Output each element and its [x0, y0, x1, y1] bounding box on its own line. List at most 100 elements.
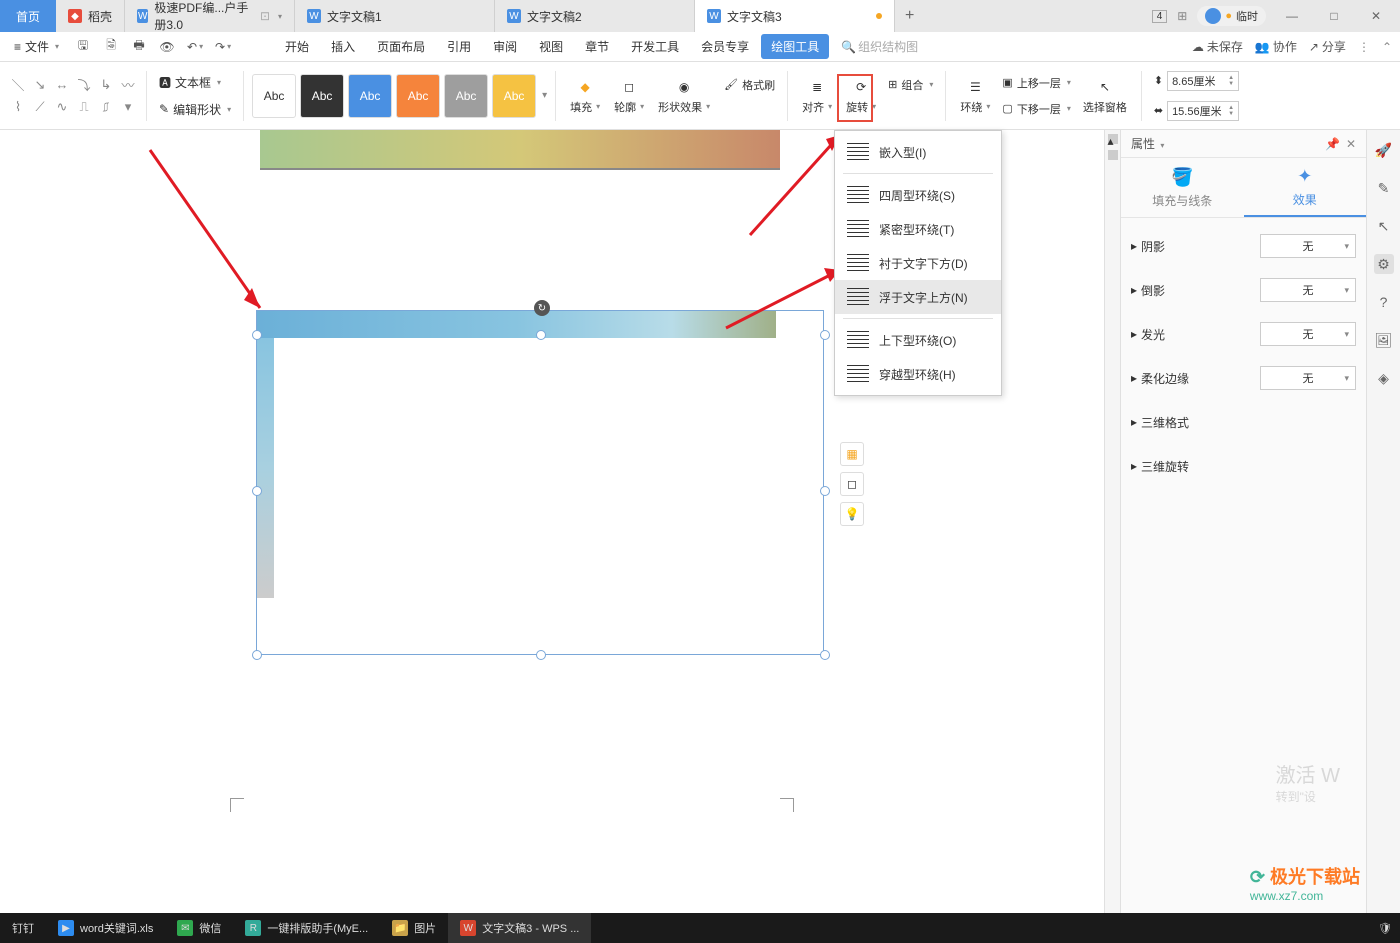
fill-button[interactable]: ◆填充▾ [564, 75, 606, 117]
handle-bl[interactable] [252, 650, 262, 660]
double-arrow-icon[interactable]: ↔ [52, 76, 72, 94]
elbow-icon[interactable]: ↳ [96, 76, 116, 94]
connector-icon[interactable]: ⤵ [74, 76, 94, 94]
style-3[interactable]: Abc [348, 74, 392, 118]
minimize-button[interactable]: — [1276, 9, 1308, 23]
tab-view[interactable]: 视图 [529, 34, 573, 59]
handle-tl[interactable] [252, 330, 262, 340]
tab-doc3[interactable]: W 文字文稿3 [695, 0, 895, 32]
wrap-inline[interactable]: 嵌入型(I) [835, 135, 1001, 169]
undo-icon[interactable]: ↶▾ [185, 37, 205, 57]
ruler-top-icon[interactable]: ▴ [1108, 134, 1118, 144]
softedge-combo[interactable]: 无 [1260, 366, 1356, 390]
selection-outline[interactable] [256, 310, 824, 655]
help-icon[interactable]: ? [1374, 292, 1394, 312]
close-button[interactable]: ✕ [1360, 9, 1392, 23]
side-tab-effect[interactable]: ✦效果 [1244, 158, 1367, 217]
handle-tm[interactable] [536, 330, 546, 340]
handle-bm[interactable] [536, 650, 546, 660]
side-tab-fill[interactable]: 🪣填充与线条 [1121, 158, 1244, 217]
format-painter-button[interactable]: 🖌格式刷 [720, 75, 779, 95]
apps-icon[interactable]: ⊞ [1177, 9, 1187, 23]
align-button[interactable]: ≣对齐▾ [796, 75, 838, 117]
tab-page-layout[interactable]: 页面布局 [367, 34, 435, 59]
select-icon[interactable]: ↖ [1374, 216, 1394, 236]
save-icon[interactable]: 🖫 [73, 37, 93, 57]
text-box-button[interactable]: 🅰文本框▾ [155, 72, 235, 93]
height-input[interactable]: 8.65厘米▲▼ [1167, 71, 1239, 91]
outline-button[interactable]: ◻轮廓▾ [608, 75, 650, 117]
tab-home[interactable]: 首页 [0, 0, 56, 32]
settings-icon[interactable]: ⚙ [1374, 254, 1394, 274]
tab-review[interactable]: 审阅 [483, 34, 527, 59]
rocket-icon[interactable]: 🚀 [1374, 140, 1394, 160]
tray-shield-icon[interactable]: 🛡 [1378, 922, 1400, 935]
line-icon[interactable]: ＼ [8, 76, 28, 94]
pen-icon[interactable]: ✎ [1374, 178, 1394, 198]
effect-soft-edge[interactable]: ▸ 柔化边缘 [1131, 370, 1252, 387]
handle-tr[interactable] [820, 330, 830, 340]
effect-reflection[interactable]: ▸ 倒影 [1131, 282, 1252, 299]
task-pictures[interactable]: 📁图片 [380, 913, 448, 943]
collapse-ribbon-icon[interactable]: ⌃ [1382, 40, 1392, 54]
freeform-icon[interactable]: ⟋ [30, 98, 50, 116]
crop-button[interactable]: ◻ [840, 472, 864, 496]
file-menu[interactable]: ≡ 文件▾ [8, 36, 65, 57]
rotate-button[interactable]: ⟳旋转▾ [840, 75, 882, 117]
task-dingtalk[interactable]: 钉钉 [0, 913, 46, 943]
bring-forward-button[interactable]: ▣上移一层▾ [998, 73, 1074, 93]
polyline2-icon[interactable]: ⎎ [96, 98, 116, 116]
group-button[interactable]: ⊞组合▾ [884, 75, 937, 95]
style-1[interactable]: Abc [252, 74, 296, 118]
polyline-icon[interactable]: ⎍ [74, 98, 94, 116]
effect-3d-rotate[interactable]: ▸ 三维旋转 [1131, 458, 1356, 475]
account-pill[interactable]: ● 临时 [1197, 6, 1266, 26]
idea-button[interactable]: 💡 [840, 502, 864, 526]
handle-br[interactable] [820, 650, 830, 660]
tab-developer[interactable]: 开发工具 [621, 34, 689, 59]
collab-button[interactable]: 👥协作 [1255, 38, 1297, 55]
reflection-combo[interactable]: 无 [1260, 278, 1356, 302]
style-6[interactable]: Abc [492, 74, 536, 118]
maximize-button[interactable]: □ [1318, 9, 1350, 23]
selection-pane-button[interactable]: ↖选择窗格 [1077, 75, 1133, 117]
tab-pdf-manual[interactable]: W 极速PDF编...户手册3.0 ⊡ ▾ [125, 0, 295, 32]
styles-more-icon[interactable]: ▾ [542, 90, 547, 101]
effect-shadow[interactable]: ▸ 阴影 [1131, 238, 1252, 255]
wrap-button[interactable]: ☰环绕▾ [954, 75, 996, 117]
layout-options-button[interactable]: ▦ [840, 442, 864, 466]
badge-icon[interactable]: 4 [1152, 10, 1168, 23]
edit-shape-button[interactable]: ✎编辑形状▾ [155, 99, 235, 120]
tab-members[interactable]: 会员专享 [691, 34, 759, 59]
send-backward-button[interactable]: ▢下移一层▾ [998, 99, 1074, 119]
preview-icon[interactable]: 👁 [157, 37, 177, 57]
new-tab-button[interactable]: + [895, 0, 924, 32]
task-word-xls[interactable]: ▶word关键词.xls [46, 913, 165, 943]
wrap-topbottom[interactable]: 上下型环绕(O) [835, 323, 1001, 357]
unsaved-indicator[interactable]: ☁未保存 [1192, 38, 1243, 55]
pin-icon[interactable]: 📌 [1325, 137, 1340, 151]
scribble-icon[interactable]: ∿ [52, 98, 72, 116]
tab-insert[interactable]: 插入 [321, 34, 365, 59]
wrap-tight[interactable]: 紧密型环绕(T) [835, 212, 1001, 246]
effect-3d-format[interactable]: ▸ 三维格式 [1131, 414, 1356, 431]
task-wps[interactable]: W文字文稿3 - WPS ... [448, 913, 591, 943]
arrow-icon[interactable]: ↘ [30, 76, 50, 94]
style-2[interactable]: Abc [300, 74, 344, 118]
tab-org-chart[interactable]: 🔍组织结构图 [831, 34, 928, 59]
more-shapes-icon[interactable]: ▾ [118, 98, 138, 116]
glow-combo[interactable]: 无 [1260, 322, 1356, 346]
style-4[interactable]: Abc [396, 74, 440, 118]
handle-ml[interactable] [252, 486, 262, 496]
more-icon[interactable]: ⋮ [1358, 40, 1370, 54]
close-panel-icon[interactable]: ✕ [1346, 137, 1356, 151]
handle-mr[interactable] [820, 486, 830, 496]
style-5[interactable]: Abc [444, 74, 488, 118]
rotate-handle[interactable]: ↻ [534, 300, 550, 316]
wrap-behind[interactable]: 衬于文字下方(D) [835, 246, 1001, 280]
print-icon[interactable]: 🖶 [129, 37, 149, 57]
curve-icon[interactable]: 〰 [118, 76, 138, 94]
gallery-icon[interactable]: 🖼 [1374, 330, 1394, 350]
share-button[interactable]: ↗分享 [1309, 38, 1346, 55]
redo-icon[interactable]: ↷▾ [213, 37, 233, 57]
